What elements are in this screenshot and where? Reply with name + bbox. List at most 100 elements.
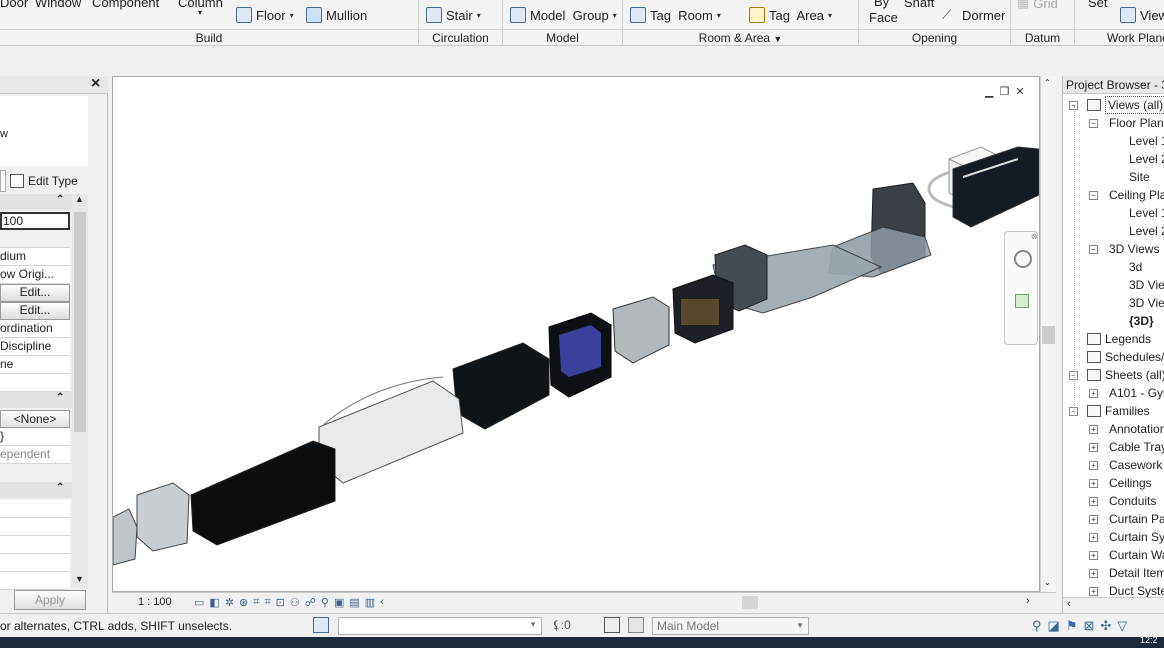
browser-item[interactable]: Level 2 — [1129, 222, 1164, 240]
analytical-icon[interactable]: ▤ — [349, 596, 359, 609]
browser-item[interactable]: Ceilings — [1109, 474, 1152, 492]
window-tool[interactable]: Window — [35, 0, 81, 10]
apply-button[interactable]: Apply — [14, 590, 86, 610]
browser-item[interactable]: 3D View 2 — [1129, 294, 1164, 312]
panel-datum[interactable]: Datum — [1011, 29, 1074, 46]
browser-item[interactable]: Ceiling Plans — [1109, 186, 1164, 204]
close-icon[interactable]: × — [91, 75, 100, 93]
scroll-down-icon[interactable]: ▼ — [75, 574, 84, 584]
expand-node-icon[interactable]: + — [1089, 461, 1098, 470]
browser-item[interactable]: Families — [1105, 402, 1150, 420]
properties-row[interactable]: ow Origi... — [0, 266, 70, 284]
browser-item[interactable]: Sheets (all) — [1105, 366, 1164, 384]
panel-model[interactable]: Model — [503, 29, 622, 46]
design-options-icon[interactable] — [604, 617, 620, 633]
browser-item[interactable]: {3D} — [1129, 312, 1154, 330]
visual-style-icon[interactable]: ◧ — [209, 596, 219, 609]
worksets-icon[interactable] — [313, 617, 329, 633]
browser-item[interactable]: Site — [1129, 168, 1150, 186]
panel-circulation[interactable]: Circulation — [419, 29, 502, 46]
design-option-dropdown[interactable]: Main Model ▼ — [652, 617, 809, 635]
scroll-right-icon[interactable]: › — [1026, 595, 1030, 607]
type-filter-dropdown[interactable] — [0, 170, 6, 192]
expand-node-icon[interactable]: + — [1089, 425, 1098, 434]
properties-row[interactable] — [0, 554, 70, 572]
temp-view-properties-icon[interactable]: ⚲ — [321, 596, 329, 609]
shadows-icon[interactable]: ⊛ — [239, 596, 248, 609]
edit-button[interactable]: Edit... — [0, 284, 70, 302]
select-pinned-icon[interactable]: ⚑ — [1066, 618, 1078, 634]
properties-row[interactable]: ne — [0, 356, 70, 374]
sun-path-icon[interactable]: ✲ — [225, 596, 234, 609]
detail-level-icon[interactable]: ▭ — [194, 596, 204, 609]
dormer-tool[interactable]: ⟋ Dormer — [942, 7, 1005, 23]
select-links-icon[interactable]: ⚲ — [1032, 618, 1042, 634]
crop-view-icon[interactable]: ⌗ — [253, 596, 259, 609]
show-crop-icon[interactable]: ⌗ — [264, 596, 270, 609]
browser-item[interactable]: Legends — [1105, 330, 1151, 348]
browser-item[interactable]: 3D View 1 — [1129, 276, 1164, 294]
scroll-thumb[interactable] — [1042, 326, 1055, 344]
browser-item[interactable]: Level 1 — [1129, 204, 1164, 222]
highlight-icon[interactable]: ▥ — [365, 596, 375, 609]
worksharing-icon[interactable]: ▣ — [334, 596, 344, 609]
browser-item[interactable]: Detail Items — [1109, 564, 1164, 582]
scroll-up-icon[interactable]: ⌃ — [1044, 78, 1051, 87]
browser-item[interactable]: 3D Views — [1109, 240, 1159, 258]
browser-item[interactable]: Curtain Wall Mullions — [1109, 546, 1164, 564]
collapse-bar-icon[interactable]: ‹ — [380, 596, 384, 609]
drag-elements-icon[interactable]: ✣ — [1100, 618, 1111, 634]
expand-node-icon[interactable]: + — [1089, 587, 1098, 596]
properties-row[interactable] — [0, 374, 70, 392]
expand-node-icon[interactable]: + — [1089, 443, 1098, 452]
grid-tool[interactable]: ▦ Grid — [1017, 0, 1058, 11]
close-icon[interactable]: ⊗ — [1031, 232, 1038, 241]
floor-tool[interactable]: Floor ▾ — [236, 7, 294, 23]
expand-node-icon[interactable]: + — [1089, 479, 1098, 488]
tag-area-tool[interactable]: Tag Area ▾ — [749, 7, 832, 23]
by-face-tool[interactable]: By Face — [869, 0, 898, 26]
select-underlay-icon[interactable]: ◪ — [1048, 618, 1060, 634]
editable-only-icon[interactable] — [628, 617, 644, 633]
panel-work-plane[interactable]: Work Plane — [1075, 29, 1164, 46]
browser-item[interactable]: Annotation Symbols — [1109, 420, 1164, 438]
browser-item[interactable]: 3d — [1129, 258, 1142, 276]
browser-item[interactable]: Level 1 — [1129, 132, 1164, 150]
properties-row[interactable]: dium — [0, 248, 70, 266]
browser-item[interactable]: Curtain Systems — [1109, 528, 1164, 546]
collapse-node-icon[interactable]: − — [1089, 119, 1098, 128]
door-tool[interactable]: Door — [0, 0, 28, 10]
group-header-phasing[interactable]: ⌃ — [0, 482, 72, 498]
properties-row[interactable] — [0, 572, 70, 590]
properties-scroll-thumb[interactable] — [74, 212, 86, 432]
collapse-node-icon[interactable]: − — [1089, 245, 1098, 254]
browser-item[interactable]: Curtain Panels — [1109, 510, 1164, 528]
expand-node-icon[interactable]: + — [1089, 497, 1098, 506]
browser-item[interactable]: Conduits — [1109, 492, 1156, 510]
component-tool[interactable]: Component — [92, 0, 159, 10]
properties-row[interactable]: } — [0, 428, 70, 446]
scroll-down-icon[interactable]: ⌄ — [1044, 578, 1051, 587]
edit-type-button[interactable]: Edit Type — [10, 170, 84, 192]
viewer-tool[interactable]: View — [1120, 7, 1164, 23]
panel-room-area[interactable]: Room & Area ▼ — [623, 29, 858, 46]
unlock-view-icon[interactable]: ⊡ — [276, 596, 285, 609]
expand-node-icon[interactable]: + — [1089, 569, 1098, 578]
tag-room-tool[interactable]: Tag Room ▾ — [630, 7, 721, 23]
model-group-tool[interactable]: Model Group ▾ — [510, 7, 617, 23]
properties-row[interactable] — [0, 518, 70, 536]
browser-item[interactable]: Schedules/Quantities — [1105, 348, 1164, 366]
browser-item[interactable]: Views (all) — [1105, 96, 1164, 114]
view-scale[interactable]: 1 : 100 — [138, 596, 172, 608]
select-by-face-icon[interactable]: ⊠ — [1083, 618, 1094, 634]
browser-item[interactable]: Casework — [1109, 456, 1162, 474]
column-dropdown-icon[interactable]: ▾ — [198, 8, 202, 17]
filter-count[interactable]: ⚸:0 — [552, 618, 571, 632]
browser-item[interactable]: Floor Plans — [1109, 114, 1164, 132]
group-header-identity[interactable]: ⌃ — [0, 392, 72, 408]
temporary-hide-icon[interactable]: ⚇ — [290, 596, 300, 609]
properties-row[interactable]: ordination — [0, 320, 70, 338]
panel-opening[interactable]: Opening — [859, 29, 1010, 46]
browser-hscrollbar[interactable]: ‹ — [1063, 597, 1164, 613]
shaft-tool[interactable]: Shaft — [904, 0, 934, 10]
